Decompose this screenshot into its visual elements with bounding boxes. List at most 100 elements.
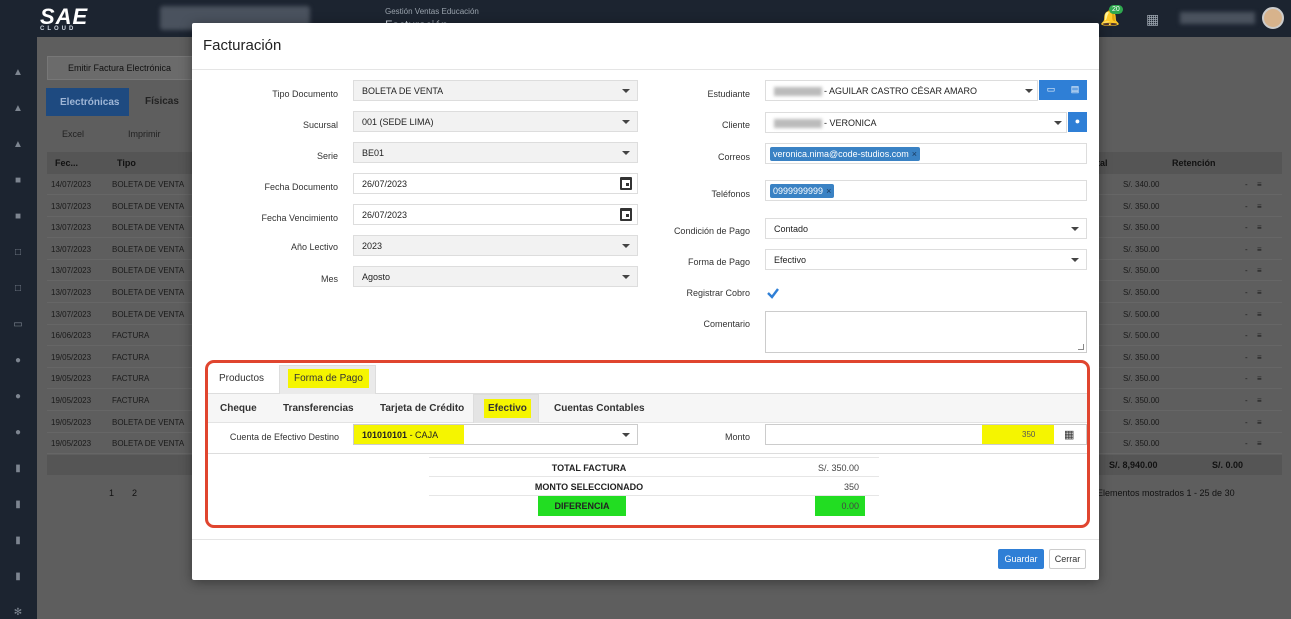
column-header-type[interactable]: Tipo: [117, 158, 136, 168]
users-icon[interactable]: ●: [11, 355, 25, 366]
resize-grip-icon[interactable]: [1078, 344, 1084, 350]
cell-total: S/. 500.00: [1123, 331, 1160, 341]
chevron-down-icon: [1071, 227, 1079, 231]
book-icon[interactable]: ▮: [11, 571, 25, 582]
avatar[interactable]: [1262, 7, 1284, 29]
cart-icon[interactable]: ■: [11, 175, 25, 186]
row-menu-icon[interactable]: ≡: [1257, 310, 1262, 319]
graduation-cap-icon[interactable]: ▲: [11, 67, 25, 78]
annotation-highlight-box: [205, 360, 1090, 528]
cell-total: S/. 350.00: [1123, 417, 1160, 427]
user-name-blurred[interactable]: [1180, 12, 1255, 24]
close-button[interactable]: Cerrar: [1049, 549, 1086, 569]
mes-select[interactable]: Agosto: [353, 266, 638, 287]
cell-total: S/. 350.00: [1123, 244, 1160, 254]
print-button[interactable]: Imprimir: [128, 129, 161, 139]
column-header-date[interactable]: Fec...: [55, 158, 78, 168]
forma-pago-select[interactable]: Efectivo: [765, 249, 1087, 270]
label-condicion-pago: Condición de Pago: [673, 226, 750, 236]
label-estudiante: Estudiante: [707, 89, 750, 99]
label-forma-pago: Forma de Pago: [687, 257, 750, 267]
tab-fisicas[interactable]: Físicas: [145, 96, 179, 107]
chevron-down-icon: [1054, 121, 1062, 125]
calendar-icon[interactable]: [620, 208, 632, 221]
cell-type: FACTURA: [112, 352, 150, 362]
row-menu-icon[interactable]: ≡: [1257, 202, 1262, 211]
label-fecha-documento: Fecha Documento: [264, 182, 338, 192]
apps-grid-icon[interactable]: ▦: [1146, 11, 1159, 28]
cell-date: 19/05/2023: [51, 352, 92, 362]
chevron-down-icon: [622, 244, 630, 248]
row-menu-icon[interactable]: ≡: [1257, 245, 1262, 254]
row-menu-icon[interactable]: ≡: [1257, 396, 1262, 405]
correos-input[interactable]: veronica.nima@code-studios.com ×: [765, 143, 1087, 164]
folder-icon[interactable]: □: [11, 283, 25, 294]
book-icon[interactable]: ▮: [11, 463, 25, 474]
row-menu-icon[interactable]: ≡: [1257, 288, 1262, 297]
condicion-pago-select[interactable]: Contado: [765, 218, 1087, 239]
label-tipo-documento: Tipo Documento: [272, 89, 338, 99]
fecha-vencimiento-input[interactable]: 26/07/2023: [353, 204, 638, 225]
client-user-button[interactable]: ●: [1068, 112, 1087, 132]
graduation-cap-icon[interactable]: ▲: [11, 139, 25, 150]
cell-type: BOLETA DE VENTA: [112, 309, 185, 319]
tipo-documento-select[interactable]: BOLETA DE VENTA: [353, 80, 638, 101]
cell-date: 16/06/2023: [51, 331, 92, 341]
chevron-down-icon: [622, 275, 630, 279]
registrar-cobro-checkbox[interactable]: [766, 286, 780, 300]
fecha-documento-input[interactable]: 26/07/2023: [353, 173, 638, 194]
remove-tag-icon[interactable]: ×: [826, 186, 831, 196]
excel-button[interactable]: Excel: [62, 129, 84, 139]
row-menu-icon[interactable]: ≡: [1257, 223, 1262, 232]
book-icon[interactable]: ▮: [11, 535, 25, 546]
page-1[interactable]: 1: [109, 488, 114, 498]
remove-tag-icon[interactable]: ×: [912, 149, 917, 159]
folder-icon[interactable]: □: [11, 247, 25, 258]
row-menu-icon[interactable]: ≡: [1257, 331, 1262, 340]
app-logo[interactable]: SAE CLOUD: [40, 4, 88, 32]
cell-retention: -: [1245, 201, 1248, 211]
users-icon[interactable]: ●: [11, 391, 25, 402]
label-fecha-vencimiento: Fecha Vencimiento: [261, 213, 338, 223]
graduation-cap-icon[interactable]: ▲: [11, 103, 25, 114]
estudiante-select[interactable]: - AGUILAR CASTRO CÉSAR AMARO: [765, 80, 1038, 101]
cell-date: 14/07/2023: [51, 180, 92, 189]
sucursal-select[interactable]: 001 (SEDE LIMA): [353, 111, 638, 132]
row-menu-icon[interactable]: ≡: [1257, 266, 1262, 275]
save-button[interactable]: Guardar: [998, 549, 1044, 569]
settings-icon[interactable]: ✻: [11, 607, 25, 618]
comentario-textarea[interactable]: [765, 311, 1087, 353]
student-card-button[interactable]: ▭: [1039, 80, 1063, 100]
bank-icon[interactable]: ■: [11, 211, 25, 222]
label-telefonos: Teléfonos: [711, 189, 750, 199]
anio-lectivo-select[interactable]: 2023: [353, 235, 638, 256]
card-icon[interactable]: ▭: [11, 319, 25, 330]
calendar-icon[interactable]: [620, 177, 632, 190]
row-menu-icon[interactable]: ≡: [1257, 374, 1262, 383]
cell-type: BOLETA DE VENTA: [112, 417, 185, 427]
student-id-button[interactable]: ▤: [1063, 80, 1087, 100]
footer-retention: S/. 0.00: [1212, 460, 1244, 470]
cell-retention: -: [1245, 374, 1248, 384]
row-menu-icon[interactable]: ≡: [1257, 353, 1262, 362]
cell-total: S/. 350.00: [1123, 201, 1160, 211]
row-menu-icon[interactable]: ≡: [1257, 180, 1262, 189]
cell-retention: -: [1245, 352, 1248, 362]
row-menu-icon[interactable]: ≡: [1257, 418, 1262, 427]
cell-date: 13/07/2023: [51, 266, 92, 276]
users-icon[interactable]: ●: [11, 427, 25, 438]
telefonos-input[interactable]: 0999999999 ×: [765, 180, 1087, 201]
tab-electronicas[interactable]: Electrónicas: [46, 88, 129, 116]
page-2[interactable]: 2: [132, 488, 137, 498]
phone-tag[interactable]: 0999999999 ×: [770, 184, 835, 198]
chevron-down-icon: [1025, 89, 1033, 93]
serie-select[interactable]: BE01: [353, 142, 638, 163]
emit-invoice-button[interactable]: Emitir Factura Electrónica: [47, 56, 195, 80]
email-tag[interactable]: veronica.nima@code-studios.com ×: [770, 147, 920, 161]
row-menu-icon[interactable]: ≡: [1257, 439, 1262, 448]
billing-modal: Facturación Tipo Documento BOLETA DE VEN…: [192, 23, 1099, 580]
cliente-select[interactable]: - VERONICA: [765, 112, 1067, 133]
column-header-retention[interactable]: Retención: [1172, 158, 1216, 168]
cell-type: FACTURA: [112, 331, 150, 341]
book-icon[interactable]: ▮: [11, 499, 25, 510]
